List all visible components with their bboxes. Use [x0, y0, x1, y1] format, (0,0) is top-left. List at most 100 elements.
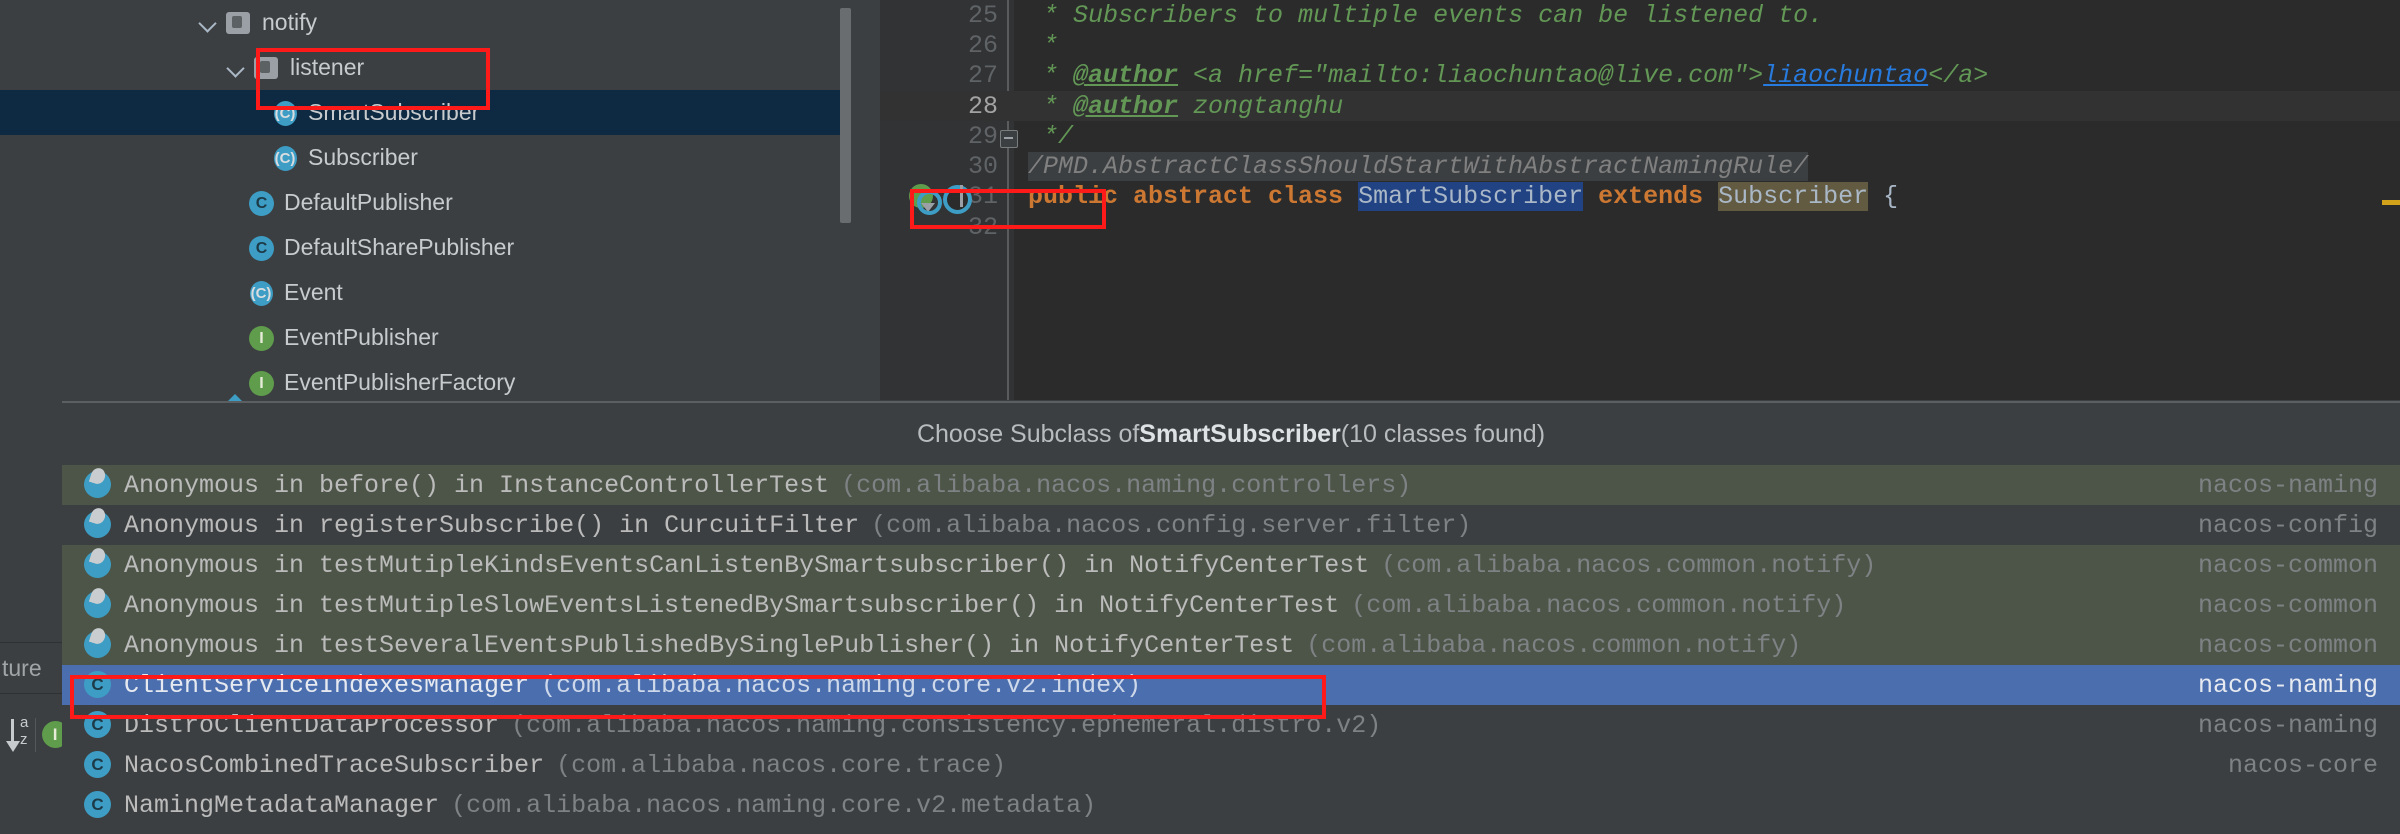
list-item-package: (com.alibaba.nacos.core.trace): [556, 750, 1007, 780]
tree-row[interactable]: Event: [0, 270, 840, 315]
gutter-marker-group[interactable]: [908, 182, 1008, 215]
abstract-class-icon: [243, 278, 279, 308]
keyword-class: public abstract class: [1028, 182, 1359, 212]
tree-row[interactable]: DefaultPublisher: [0, 180, 840, 225]
tree-item-label: SmartSubscriber: [308, 99, 480, 125]
tree-row[interactable]: EventPublisherFactory: [0, 360, 840, 400]
subclass-list[interactable]: Anonymous in before() in InstanceControl…: [62, 465, 2400, 825]
anonymous-class-icon: [80, 468, 116, 502]
editor-line[interactable]: 29 */: [880, 121, 2400, 151]
tree-row[interactable]: DefaultSharePublisher: [0, 225, 840, 270]
chevron-down-icon[interactable]: [196, 10, 222, 36]
overridden-marker-icon[interactable]: [942, 183, 972, 214]
javadoc-tag[interactable]: @author: [1073, 92, 1178, 121]
list-item-name: Anonymous in testSeveralEventsPublishedB…: [124, 630, 1295, 660]
project-tree-panel[interactable]: notify listener SmartSubscriber Subscrib…: [0, 0, 840, 400]
package-icon: [222, 8, 256, 38]
list-item[interactable]: NamingMetadataManager (com.alibaba.nacos…: [62, 785, 2400, 825]
project-tree-scrollbar[interactable]: [838, 0, 852, 250]
list-item-package: (com.alibaba.nacos.config.server.filter): [871, 510, 1472, 540]
mailto-link[interactable]: liaochuntao: [1763, 61, 1928, 90]
interface-icon: [244, 323, 278, 353]
tree-item-label: listener: [290, 54, 365, 80]
interface-icon[interactable]: [41, 721, 70, 749]
editor-line[interactable]: 32: [880, 212, 2400, 242]
tree-item-label: EventPublisherFactory: [284, 369, 516, 395]
list-item-module: nacos-core: [2227, 750, 2378, 780]
chevron-down-icon[interactable]: [224, 55, 250, 81]
editor-line-class-declaration[interactable]: 31 public abstract class SmartSubscriber…: [880, 182, 2400, 215]
implemented-marker-icon[interactable]: [908, 183, 942, 215]
list-item[interactable]: Anonymous in before() in InstanceControl…: [62, 465, 2400, 505]
ide-screenshot-root: notify listener SmartSubscriber Subscrib…: [0, 0, 2400, 834]
structure-tab-label: ture: [2, 654, 42, 681]
abstract-class-icon: [267, 98, 303, 128]
list-item-package: (com.alibaba.nacos.naming.core.v2.metada…: [451, 790, 1097, 820]
list-item-name: Anonymous in registerSubscribe() in Curc…: [124, 510, 860, 540]
list-item[interactable]: DistroClientDataProcessor (com.alibaba.n…: [62, 705, 2400, 745]
line-text: *: [1028, 30, 1059, 60]
code-block-indent-line: [1007, 170, 1009, 400]
list-item[interactable]: NacosCombinedTraceSubscriber (com.alibab…: [62, 745, 2400, 785]
tree-row[interactable]: notify: [0, 0, 840, 45]
editor-line[interactable]: 27 * @author <a href="mailto:liaochuntao…: [880, 61, 2400, 91]
line-number: 28: [967, 91, 998, 121]
scrollbar-thumb[interactable]: [840, 8, 851, 223]
list-item-module: nacos-common: [2197, 590, 2378, 620]
class-name-identifier[interactable]: SmartSubscriber: [1358, 182, 1584, 212]
list-item[interactable]: Anonymous in registerSubscribe() in Curc…: [62, 505, 2400, 545]
list-item-module: nacos-common: [2197, 630, 2378, 660]
keyword-extends: extends: [1583, 182, 1719, 212]
list-item-module: nacos-naming: [2197, 710, 2378, 740]
tree-row[interactable]: EventPublisher: [0, 315, 840, 360]
code-editor[interactable]: 25 * Subscribers to multiple events can …: [880, 0, 2400, 400]
tree-item-label: notify: [262, 9, 317, 35]
tree-item-label: DefaultPublisher: [284, 189, 453, 215]
anonymous-class-icon: [80, 628, 116, 662]
list-item[interactable]: Anonymous in testMutipleKindsEventsCanLi…: [62, 545, 2400, 585]
popup-title: Choose Subclass of SmartSubscriber (10 c…: [62, 403, 2400, 465]
list-item[interactable]: Anonymous in testSeveralEventsPublishedB…: [62, 625, 2400, 665]
line-text: */: [1028, 121, 1074, 151]
line-number: 27: [967, 61, 998, 91]
list-item-selected[interactable]: ClientServiceIndexesManager (com.alibaba…: [62, 665, 2400, 705]
tree-row-subscriber[interactable]: Subscriber: [0, 135, 840, 180]
editor-line[interactable]: 25 * Subscribers to multiple events can …: [880, 0, 2400, 30]
list-item-name: NacosCombinedTraceSubscriber: [124, 750, 545, 780]
sort-alphabetically-icon[interactable]: az: [4, 714, 29, 755]
toolbar-divider: [34, 718, 36, 752]
list-item[interactable]: Anonymous in testMutipleSlowEventsListen…: [62, 585, 2400, 625]
structure-tool-tab[interactable]: ture: [0, 642, 62, 694]
tree-row[interactable]: listener: [0, 45, 840, 90]
line-number: 25: [967, 0, 998, 30]
popup-title-class: SmartSubscriber: [1139, 419, 1341, 448]
class-icon: [80, 708, 116, 742]
list-item-name: Anonymous in before() in InstanceControl…: [124, 470, 830, 500]
popup-title-suffix: (10 classes found): [1340, 419, 1546, 448]
editor-line-current[interactable]: 28 * @author zongtanghu: [880, 90, 2400, 122]
list-item-module: nacos-common: [2197, 550, 2378, 580]
superclass-identifier[interactable]: Subscriber: [1718, 182, 1869, 212]
list-item-package: (com.alibaba.nacos.naming.consistency.ep…: [511, 710, 1382, 740]
list-item-package: (com.alibaba.nacos.naming.controllers): [841, 470, 1412, 500]
tree-item-label: Event: [284, 279, 343, 305]
editor-line[interactable]: 26 *: [880, 30, 2400, 60]
editor-line[interactable]: 30 /PMD.AbstractClassShouldStartWithAbst…: [880, 151, 2400, 182]
javadoc-tag[interactable]: @author: [1073, 61, 1178, 90]
line-number: 26: [967, 30, 998, 60]
structure-toolbar[interactable]: az: [0, 700, 70, 770]
class-icon: [80, 668, 116, 702]
tree-item-label: Subscriber: [308, 144, 418, 170]
tree-row-smartsubscriber[interactable]: SmartSubscriber: [0, 90, 840, 135]
code-fold-collapse-icon[interactable]: [1000, 127, 1018, 149]
open-brace: {: [1868, 182, 1899, 212]
list-item-package: (com.alibaba.nacos.naming.core.v2.index): [541, 670, 1142, 700]
class-icon: [80, 788, 116, 822]
tree-item-label: DefaultSharePublisher: [284, 234, 515, 260]
class-icon: [244, 233, 278, 263]
comment-suffix: </a>: [1928, 61, 1989, 91]
error-stripe-marker[interactable]: [2382, 200, 2400, 205]
list-item-module: nacos-naming: [2197, 470, 2378, 500]
choose-subclass-popup[interactable]: Choose Subclass of SmartSubscriber (10 c…: [62, 401, 2400, 834]
list-item-name: ClientServiceIndexesManager: [124, 670, 530, 700]
